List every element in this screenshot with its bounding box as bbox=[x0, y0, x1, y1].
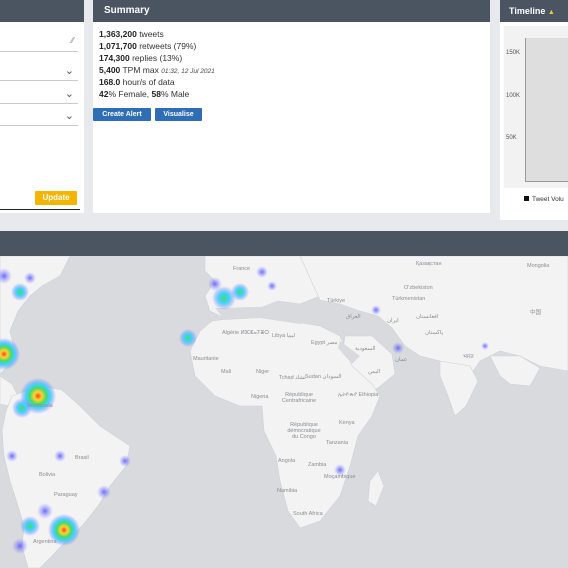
female-label: % Female, bbox=[108, 89, 152, 99]
stat-tweets: 1,363,200 tweets bbox=[99, 29, 164, 39]
tweets-value: 1,363,200 bbox=[99, 29, 137, 39]
replies-value: 174,300 bbox=[99, 53, 130, 63]
land-layer bbox=[0, 256, 568, 568]
map-label: République démocratique du Congo bbox=[287, 422, 321, 440]
map-label: ایران bbox=[387, 318, 399, 324]
map-label: Moçambique bbox=[324, 474, 356, 480]
dashboard: ⁄⁄ ⌄ ⌄ ⌄ Update Summary 1,363,200 tweets… bbox=[0, 0, 568, 568]
filter-panel: ⁄⁄ ⌄ ⌄ ⌄ Update bbox=[0, 0, 84, 213]
map-label: پاکستان bbox=[425, 330, 444, 336]
stat-gender: 42% Female, 58% Male bbox=[99, 89, 189, 99]
retweets-value: 1,071,700 bbox=[99, 41, 137, 51]
map-label: العراق bbox=[346, 314, 361, 320]
stat-tpm: 5,400 TPM max 01:32, 12 Jul 2021 bbox=[99, 65, 215, 75]
legend-swatch bbox=[524, 196, 529, 201]
retweets-label: retweets (79%) bbox=[136, 41, 197, 51]
map-label: Mali bbox=[221, 369, 232, 375]
map-label: Mauritanie bbox=[193, 356, 219, 362]
hours-label: hour/s of data bbox=[120, 77, 175, 87]
filter-select-1[interactable]: ⌄ bbox=[0, 63, 78, 81]
map-label: Türkiye bbox=[327, 298, 346, 304]
map-label: Paraguay bbox=[54, 492, 78, 498]
map-label: Қазақстан bbox=[416, 261, 442, 267]
map-label: اليمن bbox=[368, 369, 381, 375]
map-label: عمان bbox=[395, 357, 408, 363]
timeline-chart: 150K 100K 50K bbox=[504, 26, 568, 188]
timeline-legend[interactable]: Tweet Volu bbox=[524, 196, 564, 203]
map-label: Algérie ⵍⵣⵣⴰⵢⴻⵔ bbox=[222, 330, 270, 336]
map-label: Oʻzbekiston bbox=[404, 285, 433, 291]
timeline-title: Timeline bbox=[509, 6, 546, 16]
map-label: السعودية bbox=[355, 346, 376, 352]
map-label: Nigeria bbox=[251, 394, 269, 400]
filter-panel-header bbox=[0, 0, 84, 22]
create-alert-button[interactable]: Create Alert bbox=[93, 108, 151, 121]
chevron-down-icon: ⌄ bbox=[64, 110, 74, 122]
map-label: Bolivia bbox=[39, 472, 56, 478]
map-label: Egypt مصر bbox=[311, 340, 338, 346]
map-label: भारत bbox=[463, 354, 474, 360]
chevron-down-icon: ⌄ bbox=[64, 88, 74, 100]
map-label: Türkmenistan bbox=[392, 296, 426, 302]
tweets-label: tweets bbox=[136, 29, 164, 39]
y-tick-label: 150K bbox=[506, 50, 521, 56]
visualise-button[interactable]: Visualise bbox=[155, 108, 202, 121]
stat-retweets: 1,071,700 retweets (79%) bbox=[99, 41, 196, 51]
map-label: افغانستان bbox=[416, 314, 439, 320]
map-label: République Centrafricaine bbox=[281, 392, 317, 404]
y-tick-label: 50K bbox=[506, 135, 517, 141]
map-label: Sudan السودان bbox=[305, 374, 342, 380]
map-label: South Africa bbox=[293, 511, 323, 517]
map-label: Libya ليبيا bbox=[272, 333, 296, 339]
map-label: Kenya bbox=[339, 420, 355, 426]
hours-value: 168.0 bbox=[99, 77, 121, 87]
male-label: % Male bbox=[160, 89, 190, 99]
map-label: Angola bbox=[278, 458, 296, 464]
stat-replies: 174,300 replies (13%) bbox=[99, 53, 182, 63]
map-label: ኢትዮጵያ Ethiopia bbox=[338, 392, 379, 398]
map-label: Niger bbox=[256, 369, 270, 375]
map-label: Mongolia bbox=[527, 263, 550, 269]
filter-select-2[interactable]: ⌄ bbox=[0, 86, 78, 104]
timeline-panel: Timeline ▲ 150K 100K 50K Tweet Volu bbox=[500, 0, 568, 220]
update-button[interactable]: Update bbox=[35, 191, 77, 205]
tpm-label: TPM max bbox=[120, 65, 162, 75]
heatmap[interactable]: France Türkiye Oʻzbekiston Türkmenistan … bbox=[0, 256, 568, 568]
map-label: Argentina bbox=[33, 539, 57, 545]
map-label: Tchad تشاد bbox=[279, 375, 306, 381]
resize-grip-icon[interactable]: ⁄⁄ bbox=[71, 36, 74, 45]
map-header bbox=[0, 231, 568, 256]
map-label: France bbox=[233, 266, 251, 272]
legend-label: Tweet Volu bbox=[532, 196, 564, 203]
filter-select-3[interactable]: ⌄ bbox=[0, 108, 78, 126]
map-label: Namibia bbox=[277, 488, 298, 494]
query-textarea[interactable]: ⁄⁄ bbox=[0, 34, 78, 52]
tpm-time: 01:32, 12 Jul 2021 bbox=[161, 68, 215, 75]
summary-title: Summary bbox=[93, 0, 490, 22]
replies-label: replies (13%) bbox=[129, 53, 183, 63]
map-canvas bbox=[0, 256, 568, 568]
chevron-down-icon: ⌄ bbox=[64, 65, 74, 77]
tpm-value: 5,400 bbox=[99, 65, 121, 75]
map-label: Zambia bbox=[308, 462, 327, 468]
divider bbox=[0, 209, 80, 210]
map-label: Brasil bbox=[75, 455, 89, 461]
timeline-header[interactable]: Timeline ▲ bbox=[500, 0, 568, 22]
male-value: 58 bbox=[151, 89, 161, 99]
triangle-up-icon[interactable]: ▲ bbox=[548, 9, 555, 16]
map-label: Tanzania bbox=[326, 440, 349, 446]
map-label: Venezuela bbox=[27, 403, 53, 409]
summary-panel: Summary 1,363,200 tweets 1,071,700 retwe… bbox=[93, 0, 490, 213]
stat-hours: 168.0 hour/s of data bbox=[99, 77, 175, 87]
map-label: 中国 bbox=[530, 310, 542, 316]
timeline-plot-area bbox=[525, 38, 568, 182]
y-tick-label: 100K bbox=[506, 93, 521, 99]
